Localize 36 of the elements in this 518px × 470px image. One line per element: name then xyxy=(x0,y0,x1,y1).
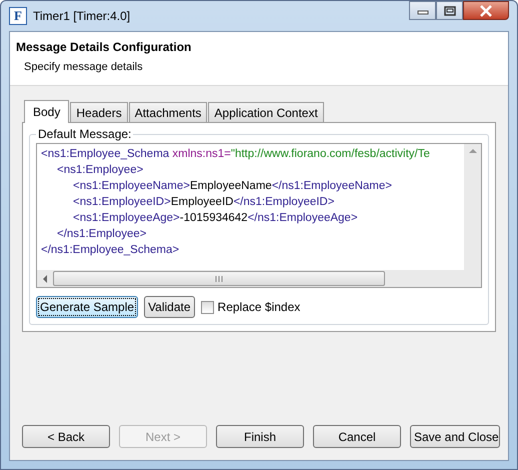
minimize-button[interactable] xyxy=(409,1,436,20)
group-label: Default Message: xyxy=(37,127,132,141)
checkbox-label: Replace $index xyxy=(218,300,300,314)
close-button[interactable] xyxy=(463,1,509,20)
page-title: Message Details Configuration xyxy=(16,40,192,54)
code-line: <ns1:EmployeeName>EmployeeName</ns1:EmployeeName> xyxy=(72,179,393,194)
close-icon xyxy=(479,4,493,16)
code-line: <ns1:EmployeeAge>-1015934642</ns1:EmployeeAge> xyxy=(72,211,359,226)
wizard-button[interactable]: Save and Close xyxy=(410,425,500,448)
window-title: Timer1 [Timer:4.0] xyxy=(33,9,132,23)
code-line: </ns1:Employee_Schema> xyxy=(40,243,180,258)
code-line: <ns1:EmployeeID>EmployeeID</ns1:EmployeeID> xyxy=(72,195,336,210)
app-icon: F xyxy=(9,7,27,25)
xml-editor[interactable] xyxy=(36,143,482,288)
code-line: </ns1:Employee> xyxy=(56,227,148,242)
wizard-button[interactable]: < Back xyxy=(22,425,110,448)
horizontal-scrollbar[interactable] xyxy=(37,270,481,287)
tab[interactable]: Body xyxy=(24,100,70,123)
grip-icon xyxy=(214,276,224,282)
maximize-button[interactable] xyxy=(436,1,463,20)
code-line: <ns1:Employee> xyxy=(56,163,144,178)
scroll-up-icon xyxy=(468,148,476,154)
wizard-button[interactable]: Finish xyxy=(216,425,304,448)
tab[interactable]: Attachments xyxy=(128,102,208,122)
vertical-scrollbar[interactable] xyxy=(464,144,481,270)
scroll-thumb[interactable] xyxy=(53,271,385,286)
wizard-button[interactable]: Cancel xyxy=(313,425,401,448)
action-button[interactable]: Generate Sample xyxy=(36,296,138,318)
action-button[interactable]: Validate xyxy=(144,296,195,318)
page-subtitle: Specify message details xyxy=(24,61,144,73)
tab[interactable]: Headers xyxy=(70,102,128,122)
scroll-left-icon xyxy=(41,274,49,282)
maximize-icon xyxy=(442,6,456,16)
checkbox[interactable] xyxy=(200,300,214,314)
tab[interactable]: Application Context xyxy=(208,102,324,122)
code-line: <ns1:Employee_Schema xmlns:ns1="http://www.fiorano.com/fesb/activity/Te xyxy=(40,147,431,162)
